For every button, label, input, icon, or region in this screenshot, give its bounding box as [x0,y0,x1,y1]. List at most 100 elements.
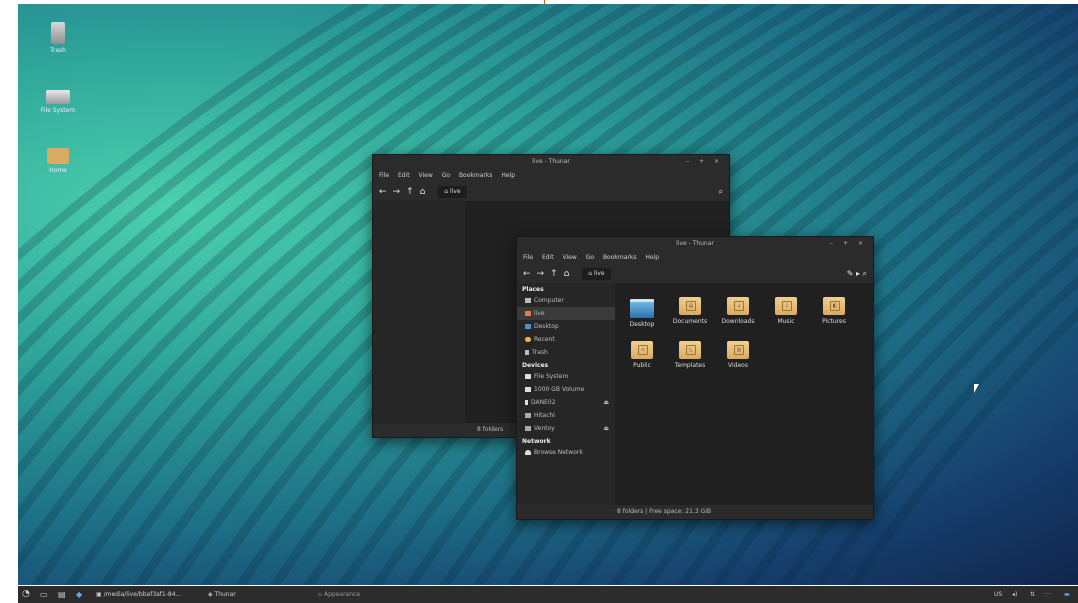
keyboard-layout[interactable]: US [994,586,1002,603]
sidebar-item-live[interactable]: live [517,307,615,320]
browser-icon[interactable]: ◆ [76,586,82,603]
menubar: File Edit View Go Bookmarks Help [517,251,873,265]
file-item-videos[interactable]: ▥ Videos [715,341,761,369]
file-label: Videos [728,362,748,369]
file-label: Documents [672,318,708,325]
task-label: Appearance [323,591,361,598]
menu-edit[interactable]: Edit [542,254,554,261]
menubar: File Edit View Go Bookmarks Help [373,169,729,183]
desktop-icon [525,324,531,329]
sidebar-item-ventoy[interactable]: Ventoy ⏏ [517,422,615,435]
toolbar: ← → ↑ ⌂ ⌂ live ⌕ [373,183,729,201]
sidebar-item-label: Desktop [534,323,559,330]
sidebar-item-dane02[interactable]: DANE02 ⏏ [517,396,615,409]
templates-folder-icon: ◺ [679,341,701,359]
sidebar: Places Computer live Desktop Recent Tras… [517,283,615,505]
eject-icon[interactable]: ⏏ [603,424,609,433]
sidebar-item-recent[interactable]: Recent [517,333,615,346]
window-titlebar[interactable]: live - Thunar – + × [517,237,873,251]
desktop-folder-icon [630,299,654,318]
sidebar-item-volume[interactable]: 1000 GB Volume [517,383,615,396]
network-icon[interactable]: ⇅ [1030,586,1035,603]
task-path[interactable]: ▣ /media/live/bbaf3af1-84... [96,586,181,603]
window-controls[interactable]: – + × [686,155,723,169]
task-appearance[interactable]: ▫ Appearance [318,586,360,603]
location-path[interactable]: ⌂ live [438,185,467,198]
file-label: Downloads [721,318,755,325]
recent-icon [525,337,531,342]
sidebar-header-devices: Devices [522,362,549,369]
file-item-pictures[interactable]: ◧ Pictures [811,297,857,325]
drive-icon [525,413,531,418]
menu-bookmarks[interactable]: Bookmarks [603,254,637,261]
drive-icon [525,387,531,392]
back-arrow-icon[interactable]: ← [379,187,387,197]
start-menu-icon[interactable]: ◔ [22,586,30,603]
desktop-icon-file-system[interactable]: File System [28,84,88,114]
eject-icon[interactable]: ⏏ [603,398,609,407]
sidebar-item-label: Browse Network [534,449,583,456]
file-item-templates[interactable]: ◺ Templates [667,341,713,369]
file-item-music[interactable]: ♪ Music [763,297,809,325]
menu-go[interactable]: Go [442,172,450,179]
sidebar-item-label: live [534,310,545,317]
volume-icon[interactable]: ◂) [1012,586,1017,603]
menu-go[interactable]: Go [586,254,594,261]
sidebar-header-network: Network [522,438,551,445]
home-icon[interactable]: ⌂ [564,269,570,279]
desktop-icon-trash[interactable]: Trash [28,22,88,54]
file-label: Music [777,318,795,325]
sidebar-item-computer[interactable]: Computer [517,294,615,307]
show-desktop-icon[interactable]: ▭ [40,586,48,603]
notification-icon[interactable]: ▬ [1064,586,1070,603]
menu-file[interactable]: File [523,254,533,261]
file-item-desktop[interactable]: Desktop [619,297,665,328]
task-thunar[interactable]: ◈ Thunar [208,586,236,603]
location-label: live [449,187,461,195]
sidebar-item-label: Computer [534,297,564,304]
sidebar-item-hitachi[interactable]: Hitachi [517,409,615,422]
thunar-window-front[interactable]: live - Thunar – + × File Edit View Go Bo… [516,236,874,520]
forward-arrow-icon[interactable]: → [537,269,545,279]
menu-edit[interactable]: Edit [398,172,410,179]
home-icon[interactable]: ⌂ [420,187,426,197]
file-item-public[interactable]: < Public [619,341,665,369]
search-icon[interactable]: ✎ ▸ ⌕ [847,265,867,283]
sidebar-header-places: Places [522,286,544,293]
forward-arrow-icon[interactable]: → [393,187,401,197]
sidebar-item-label: Recent [534,336,555,343]
sidebar-item-file-system[interactable]: File System [517,370,615,383]
menu-help[interactable]: Help [501,172,515,179]
desktop-icon-label: Home [49,167,67,174]
window-titlebar[interactable]: live - Thunar – + × [373,155,729,169]
search-icon[interactable]: ⌕ [719,183,723,201]
menu-bookmarks[interactable]: Bookmarks [459,172,493,179]
location-path[interactable]: ⌂ live [582,267,611,280]
sidebar-item-browse-network[interactable]: Browse Network [517,446,615,459]
desktop-icon-label: File System [40,107,76,114]
clock-icon[interactable]: ··:·· [1042,586,1052,603]
file-label: Desktop [629,321,655,328]
sidebar-item-label: Trash [532,349,548,356]
desktop: Trash File System Home live - Thunar – +… [18,4,1078,585]
up-arrow-icon[interactable]: ↑ [550,269,558,279]
file-area: Desktop ▤ Documents ↓ Downloads ♪ Music ◧ Pi… [615,283,873,505]
sidebar-item-desktop[interactable]: Desktop [517,320,615,333]
sidebar-item-trash[interactable]: Trash [517,346,615,359]
desktop-icon-home[interactable]: Home [28,148,88,174]
file-item-documents[interactable]: ▤ Documents [667,297,713,325]
back-arrow-icon[interactable]: ← [523,269,531,279]
mouse-pointer-icon [974,384,979,393]
file-label: Pictures [822,318,846,325]
file-item-downloads[interactable]: ↓ Downloads [715,297,761,325]
up-arrow-icon[interactable]: ↑ [406,187,414,197]
file-manager-icon[interactable]: ▤ [58,586,66,603]
menu-file[interactable]: File [379,172,389,179]
window-controls[interactable]: – + × [830,237,867,251]
drive-icon [46,90,70,104]
menu-help[interactable]: Help [645,254,659,261]
menu-view[interactable]: View [419,172,433,179]
menu-view[interactable]: View [563,254,577,261]
videos-folder-icon: ▥ [727,341,749,359]
file-label: Templates [674,362,706,369]
